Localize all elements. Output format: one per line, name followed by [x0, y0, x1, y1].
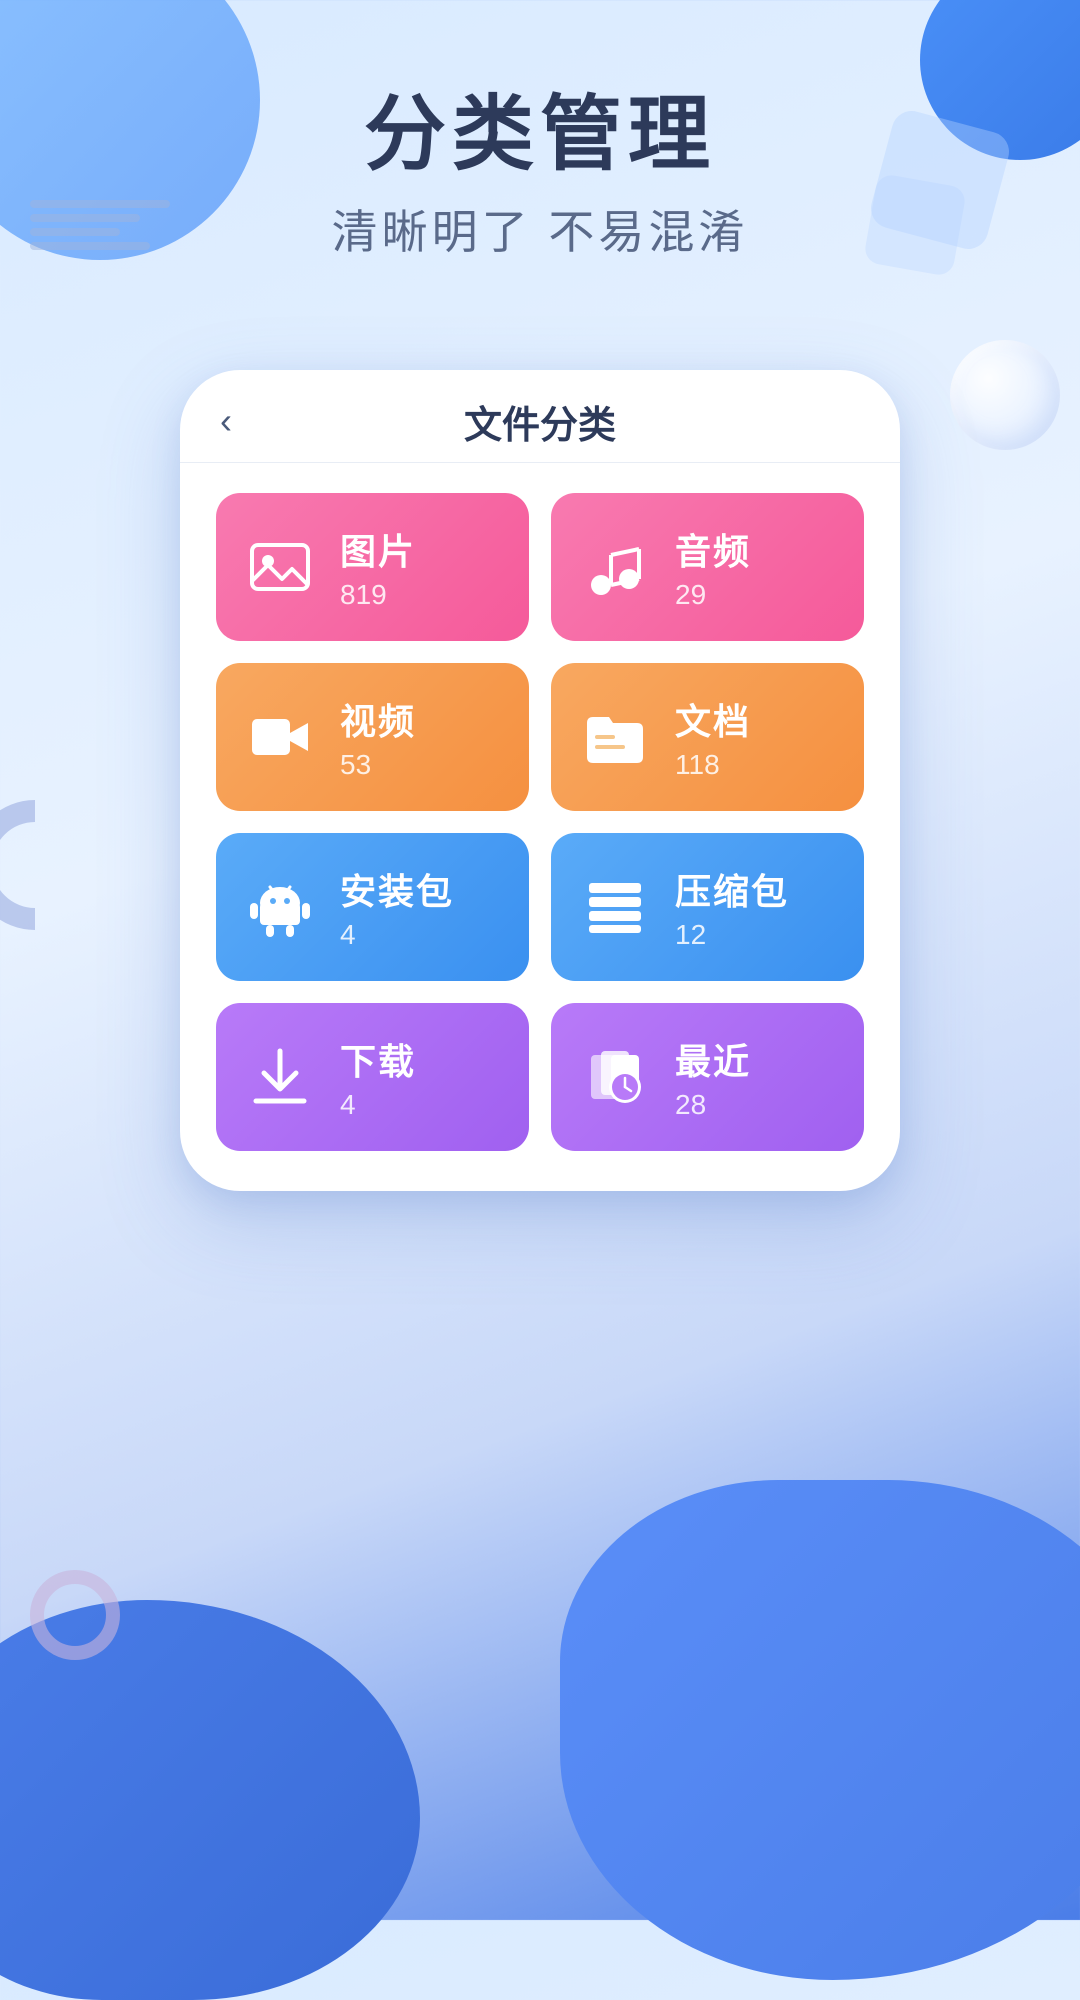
blob-bottom-right	[560, 1480, 1080, 1980]
header: 分类管理 清晰明了 不易混淆	[0, 90, 1080, 262]
images-info: 图片 819	[340, 523, 416, 611]
music-icon	[575, 527, 655, 607]
blob-bottom-left	[0, 1600, 420, 2000]
category-card-apk[interactable]: 安装包 4	[216, 833, 529, 981]
folder-icon	[575, 697, 655, 777]
deco-arc-left	[0, 800, 100, 930]
back-button[interactable]: ‹	[220, 400, 232, 442]
images-count: 819	[340, 579, 416, 611]
recent-label: 最近	[675, 1033, 751, 1085]
image-icon	[240, 527, 320, 607]
page-title: 分类管理	[0, 90, 1080, 180]
download-info: 下载 4	[340, 1033, 416, 1121]
audio-count: 29	[675, 579, 751, 611]
zip-label: 压缩包	[675, 863, 789, 915]
category-card-download[interactable]: 下载 4	[216, 1003, 529, 1151]
category-card-recent[interactable]: 最近 28	[551, 1003, 864, 1151]
video-count: 53	[340, 749, 416, 781]
download-label: 下载	[340, 1033, 416, 1085]
zip-info: 压缩包 12	[675, 863, 789, 951]
video-label: 视频	[340, 693, 416, 745]
screen-title: 文件分类	[464, 394, 616, 449]
archive-icon	[575, 867, 655, 947]
phone-mockup: ‹ 文件分类 图片 819	[180, 370, 900, 1191]
recent-count: 28	[675, 1089, 751, 1121]
page-subtitle: 清晰明了 不易混淆	[0, 196, 1080, 262]
audio-label: 音频	[675, 523, 751, 575]
docs-info: 文档 118	[675, 693, 751, 781]
recent-info: 最近 28	[675, 1033, 751, 1121]
apk-count: 4	[340, 919, 454, 951]
category-card-images[interactable]: 图片 819	[216, 493, 529, 641]
category-card-docs[interactable]: 文档 118	[551, 663, 864, 811]
deco-ring-bottom-left	[30, 1570, 120, 1660]
docs-label: 文档	[675, 693, 751, 745]
images-label: 图片	[340, 523, 416, 575]
docs-count: 118	[675, 749, 751, 781]
category-card-zip[interactable]: 压缩包 12	[551, 833, 864, 981]
category-card-video[interactable]: 视频 53	[216, 663, 529, 811]
apk-label: 安装包	[340, 863, 454, 915]
phone-header: ‹ 文件分类	[180, 370, 900, 463]
video-info: 视频 53	[340, 693, 416, 781]
android-icon	[240, 867, 320, 947]
category-card-audio[interactable]: 音频 29	[551, 493, 864, 641]
zip-count: 12	[675, 919, 789, 951]
recent-icon	[575, 1037, 655, 1117]
category-grid: 图片 819 音频 29	[180, 463, 900, 1191]
video-icon	[240, 697, 320, 777]
download-count: 4	[340, 1089, 416, 1121]
audio-info: 音频 29	[675, 523, 751, 611]
download-icon	[240, 1037, 320, 1117]
apk-info: 安装包 4	[340, 863, 454, 951]
phone-frame: ‹ 文件分类 图片 819	[180, 370, 900, 1191]
deco-circle-right	[950, 340, 1060, 450]
